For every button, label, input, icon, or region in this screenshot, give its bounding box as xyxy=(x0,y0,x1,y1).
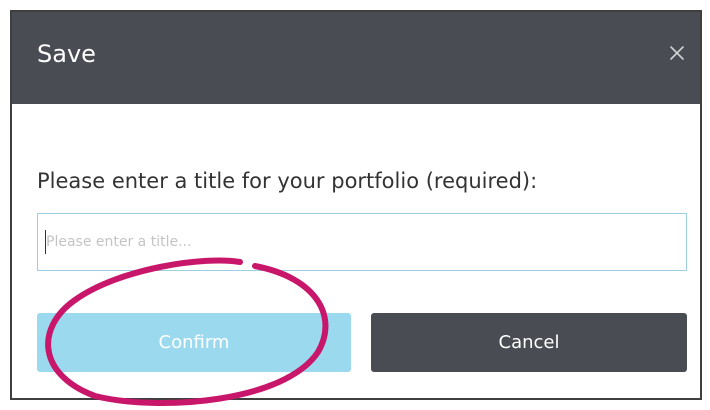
confirm-button[interactable]: Confirm xyxy=(37,313,351,372)
dialog-header: Save xyxy=(12,12,700,104)
close-button[interactable] xyxy=(662,38,692,68)
dialog-title: Save xyxy=(37,40,96,68)
cancel-button[interactable]: Cancel xyxy=(371,313,687,372)
save-dialog: Save Please enter a title for your portf… xyxy=(10,10,702,400)
title-prompt-label: Please enter a title for your portfolio … xyxy=(37,169,538,193)
close-icon xyxy=(670,46,684,60)
text-caret xyxy=(45,230,46,254)
portfolio-title-input[interactable] xyxy=(37,213,687,271)
